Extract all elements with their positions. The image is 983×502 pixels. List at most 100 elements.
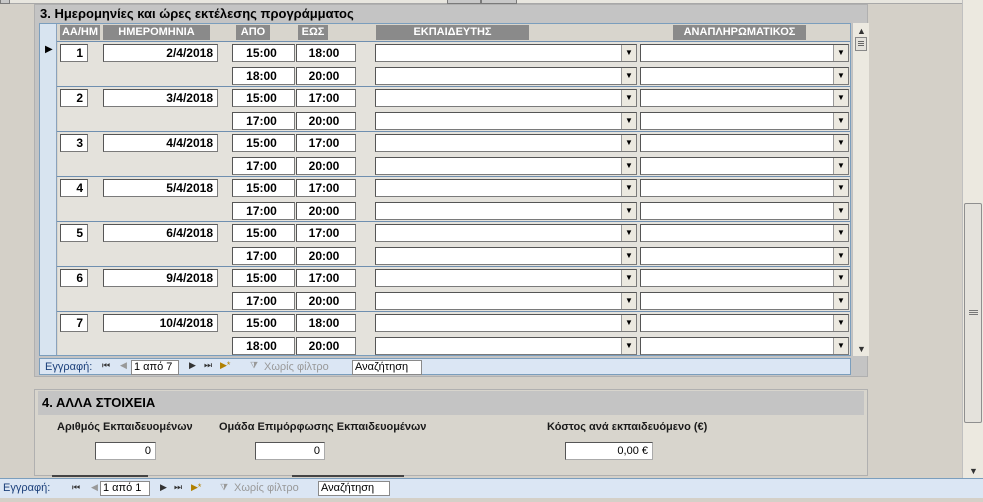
record-selector[interactable]: [40, 86, 57, 131]
substitute-combo[interactable]: ▼: [640, 134, 849, 152]
form-scroll-thumb[interactable]: [964, 203, 982, 423]
time-to-field[interactable]: 18:00: [296, 44, 356, 62]
record-position-input[interactable]: 1 από 1: [100, 481, 150, 496]
record-selector[interactable]: [40, 311, 57, 355]
dropdown-arrow-icon[interactable]: ▼: [621, 225, 636, 241]
record-selector[interactable]: [40, 176, 57, 221]
trainer-combo[interactable]: ▼: [375, 134, 637, 152]
dropdown-arrow-icon[interactable]: ▼: [833, 270, 848, 286]
last-record-icon[interactable]: ⏭: [174, 482, 182, 493]
record-position-input[interactable]: 1 από 7: [131, 360, 179, 375]
dropdown-arrow-icon[interactable]: ▼: [621, 180, 636, 196]
search-box[interactable]: Αναζήτηση: [318, 481, 390, 496]
time-to-field[interactable]: 17:00: [296, 89, 356, 107]
time-from-field[interactable]: 18:00: [232, 67, 295, 85]
trainer-combo[interactable]: ▼: [375, 247, 637, 265]
time-to-field[interactable]: 20:00: [296, 67, 356, 85]
substitute-combo[interactable]: ▼: [640, 292, 849, 310]
substitute-combo[interactable]: ▼: [640, 269, 849, 287]
day-number-field[interactable]: 3: [60, 134, 88, 152]
dropdown-arrow-icon[interactable]: ▼: [833, 338, 848, 354]
new-record-icon[interactable]: ▶*: [191, 482, 201, 493]
dropdown-arrow-icon[interactable]: ▼: [833, 203, 848, 219]
time-to-field[interactable]: 20:00: [296, 157, 356, 175]
record-selector[interactable]: ▶: [40, 41, 57, 86]
day-number-field[interactable]: 2: [60, 89, 88, 107]
dropdown-arrow-icon[interactable]: ▼: [833, 68, 848, 84]
date-field[interactable]: 5/4/2018: [103, 179, 218, 197]
substitute-combo[interactable]: ▼: [640, 247, 849, 265]
first-record-icon[interactable]: ⏮: [102, 360, 110, 371]
previous-record-icon[interactable]: ◀: [91, 482, 98, 493]
substitute-combo[interactable]: ▼: [640, 224, 849, 242]
next-record-icon[interactable]: ▶: [160, 482, 167, 493]
substitute-combo[interactable]: ▼: [640, 67, 849, 85]
time-from-field[interactable]: 17:00: [232, 202, 295, 220]
day-number-field[interactable]: 7: [60, 314, 88, 332]
record-selector[interactable]: [40, 221, 57, 266]
dropdown-arrow-icon[interactable]: ▼: [621, 203, 636, 219]
dropdown-arrow-icon[interactable]: ▼: [833, 293, 848, 309]
trainer-combo[interactable]: ▼: [375, 269, 637, 287]
time-from-field[interactable]: 15:00: [232, 314, 295, 332]
time-from-field[interactable]: 15:00: [232, 89, 295, 107]
dropdown-arrow-icon[interactable]: ▼: [621, 113, 636, 129]
time-to-field[interactable]: 20:00: [296, 202, 356, 220]
time-from-field[interactable]: 15:00: [232, 44, 295, 62]
substitute-combo[interactable]: ▼: [640, 44, 849, 62]
day-number-field[interactable]: 4: [60, 179, 88, 197]
first-record-icon[interactable]: ⏮: [72, 482, 80, 493]
previous-record-icon[interactable]: ◀: [120, 360, 127, 371]
form-scroll-down-icon[interactable]: ▼: [965, 466, 982, 476]
dropdown-arrow-icon[interactable]: ▼: [621, 248, 636, 264]
trainer-combo[interactable]: ▼: [375, 337, 637, 355]
trainer-combo[interactable]: ▼: [375, 202, 637, 220]
trainer-combo[interactable]: ▼: [375, 224, 637, 242]
day-number-field[interactable]: 5: [60, 224, 88, 242]
time-to-field[interactable]: 20:00: [296, 337, 356, 355]
dropdown-arrow-icon[interactable]: ▼: [833, 113, 848, 129]
search-box[interactable]: Αναζήτηση: [352, 360, 422, 375]
dropdown-arrow-icon[interactable]: ▼: [621, 158, 636, 174]
new-record-icon[interactable]: ▶*: [220, 360, 230, 371]
day-number-field[interactable]: 1: [60, 44, 88, 62]
time-from-field[interactable]: 17:00: [232, 157, 295, 175]
date-field[interactable]: 6/4/2018: [103, 224, 218, 242]
trainer-combo[interactable]: ▼: [375, 157, 637, 175]
time-to-field[interactable]: 20:00: [296, 247, 356, 265]
substitute-combo[interactable]: ▼: [640, 157, 849, 175]
time-to-field[interactable]: 17:00: [296, 269, 356, 287]
day-number-field[interactable]: 6: [60, 269, 88, 287]
substitute-combo[interactable]: ▼: [640, 112, 849, 130]
trainer-combo[interactable]: ▼: [375, 67, 637, 85]
dropdown-arrow-icon[interactable]: ▼: [621, 293, 636, 309]
time-from-field[interactable]: 18:00: [232, 337, 295, 355]
time-to-field[interactable]: 17:00: [296, 179, 356, 197]
dropdown-arrow-icon[interactable]: ▼: [621, 270, 636, 286]
time-from-field[interactable]: 17:00: [232, 247, 295, 265]
substitute-combo[interactable]: ▼: [640, 202, 849, 220]
trainer-combo[interactable]: ▼: [375, 179, 637, 197]
time-from-field[interactable]: 15:00: [232, 179, 295, 197]
time-to-field[interactable]: 20:00: [296, 112, 356, 130]
group-input[interactable]: 0: [255, 442, 325, 460]
time-to-field[interactable]: 20:00: [296, 292, 356, 310]
scroll-thumb[interactable]: [855, 37, 867, 51]
dropdown-arrow-icon[interactable]: ▼: [621, 315, 636, 331]
substitute-combo[interactable]: ▼: [640, 179, 849, 197]
dropdown-arrow-icon[interactable]: ▼: [621, 68, 636, 84]
subform-scrollbar[interactable]: ▲ ▼: [852, 23, 869, 356]
next-record-icon[interactable]: ▶: [189, 360, 196, 371]
trainer-combo[interactable]: ▼: [375, 89, 637, 107]
date-field[interactable]: 3/4/2018: [103, 89, 218, 107]
trainer-combo[interactable]: ▼: [375, 112, 637, 130]
dropdown-arrow-icon[interactable]: ▼: [833, 45, 848, 61]
record-selector[interactable]: [40, 266, 57, 311]
dropdown-arrow-icon[interactable]: ▼: [833, 225, 848, 241]
dropdown-arrow-icon[interactable]: ▼: [833, 248, 848, 264]
dropdown-arrow-icon[interactable]: ▼: [621, 45, 636, 61]
substitute-combo[interactable]: ▼: [640, 314, 849, 332]
dropdown-arrow-icon[interactable]: ▼: [833, 180, 848, 196]
trainer-combo[interactable]: ▼: [375, 44, 637, 62]
dropdown-arrow-icon[interactable]: ▼: [621, 338, 636, 354]
